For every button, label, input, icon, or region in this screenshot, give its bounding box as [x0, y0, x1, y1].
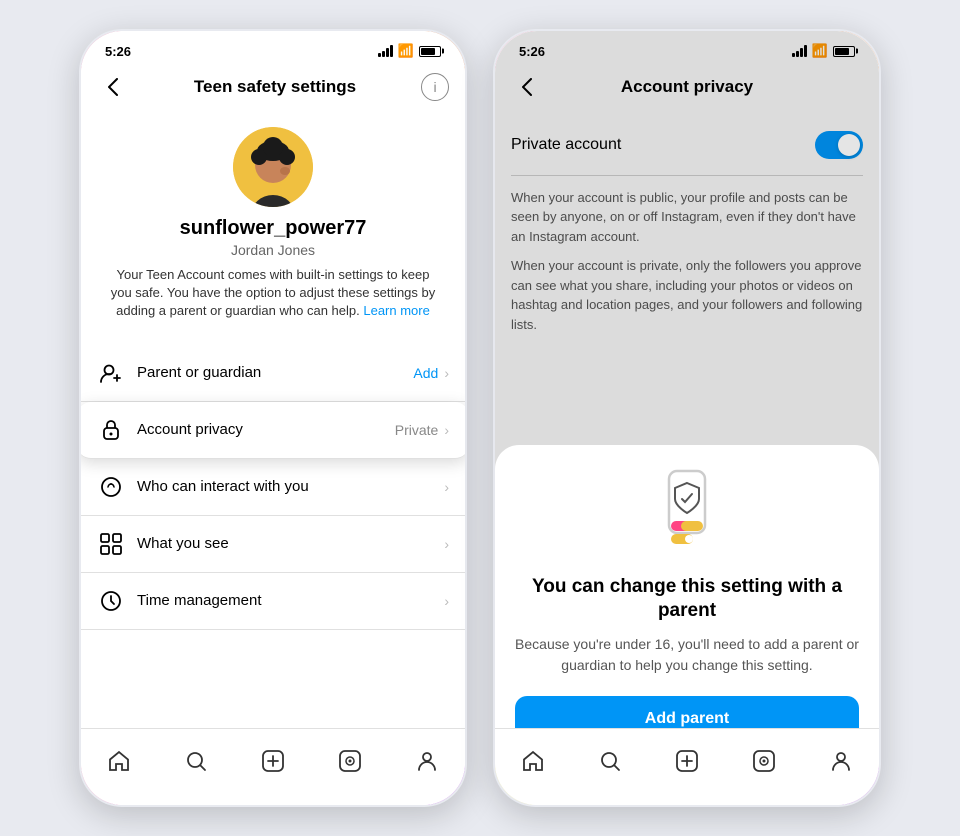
lock-icon [97, 416, 125, 444]
right-phone: 5:26 📶 [492, 28, 882, 808]
chevron-icon-whatyousee: › [444, 536, 449, 552]
modal-overlay: You can change this setting with a paren… [495, 31, 879, 805]
time-label: Time management [137, 592, 444, 609]
nav-profile-left[interactable] [407, 741, 447, 781]
privacy-value: Private [395, 422, 439, 438]
nav-home-left[interactable] [99, 741, 139, 781]
bottom-nav-right [495, 728, 879, 805]
settings-item-time[interactable]: Time management › [81, 573, 465, 630]
interact-icon [97, 473, 125, 501]
modal-description: Because you're under 16, you'll need to … [515, 634, 859, 676]
chevron-icon-parent: › [444, 365, 449, 381]
chevron-icon-time: › [444, 593, 449, 609]
wifi-icon-left: 📶 [398, 43, 414, 59]
settings-item-whatyousee[interactable]: What you see › [81, 516, 465, 573]
interact-label: Who can interact with you [137, 478, 444, 495]
learn-more-link[interactable]: Learn more [363, 303, 429, 318]
profile-section: sunflower_power77 Jordan Jones Your Teen… [81, 115, 465, 337]
settings-item-interact[interactable]: Who can interact with you › [81, 459, 465, 516]
profile-description: Your Teen Account comes with built-in se… [105, 266, 441, 321]
settings-list: Parent or guardian Add › Account privacy [81, 345, 465, 728]
avatar [233, 127, 313, 207]
left-phone: 5:26 📶 [78, 28, 468, 808]
chevron-icon-interact: › [444, 479, 449, 495]
header-left: Teen safety settings i [81, 63, 465, 115]
info-button-left[interactable]: i [421, 73, 449, 101]
bottom-nav-left [81, 728, 465, 805]
page-title-left: Teen safety settings [194, 77, 356, 97]
chevron-icon-privacy: › [444, 422, 449, 438]
username: sunflower_power77 [180, 217, 367, 240]
person-add-icon [97, 359, 125, 387]
signal-icon-left [378, 45, 393, 57]
settings-item-parent[interactable]: Parent or guardian Add › [81, 345, 465, 402]
modal-illustration [647, 469, 727, 559]
privacy-label: Account privacy [137, 421, 395, 438]
time-left: 5:26 [105, 44, 131, 59]
full-name: Jordan Jones [231, 242, 315, 258]
grid-icon [97, 530, 125, 558]
whatyousee-label: What you see [137, 535, 444, 552]
clock-icon [97, 587, 125, 615]
nav-search-left[interactable] [176, 741, 216, 781]
nav-home-right[interactable] [513, 741, 553, 781]
parent-label: Parent or guardian [137, 364, 413, 381]
modal-title: You can change this setting with a paren… [515, 575, 859, 624]
nav-search-right[interactable] [590, 741, 630, 781]
settings-item-privacy[interactable]: Account privacy Private › [81, 402, 465, 459]
battery-icon-left [419, 46, 441, 57]
nav-plus-left[interactable] [253, 741, 293, 781]
back-button-left[interactable] [97, 71, 129, 103]
status-bar-left: 5:26 📶 [81, 31, 465, 63]
nav-reels-left[interactable] [330, 741, 370, 781]
nav-profile-right[interactable] [821, 741, 861, 781]
nav-plus-right[interactable] [667, 741, 707, 781]
add-link[interactable]: Add [413, 365, 438, 381]
nav-reels-right[interactable] [744, 741, 784, 781]
